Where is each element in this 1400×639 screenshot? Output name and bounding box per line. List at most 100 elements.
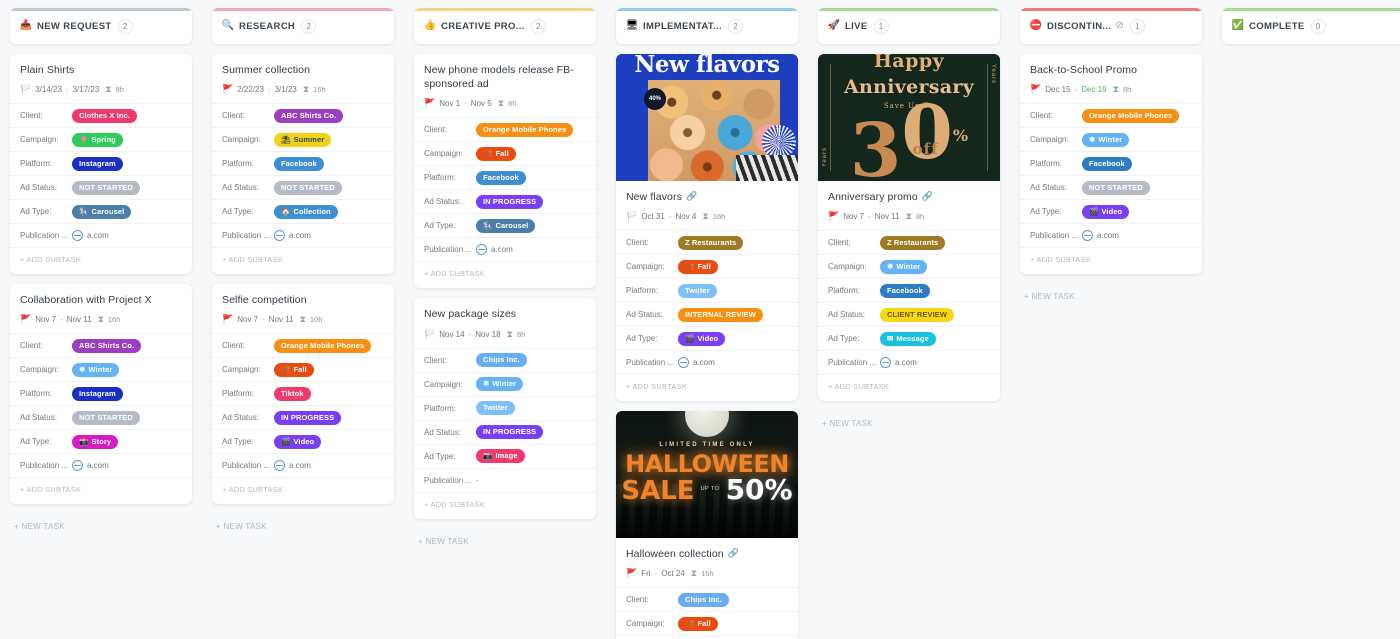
add-subtask-button[interactable]: + ADD SUBTASK [818, 374, 1000, 399]
column-header-new-request[interactable]: 📥 NEW REQUEST 2 [10, 8, 192, 44]
custom-field-tag[interactable]: NOT STARTED [274, 180, 342, 195]
custom-field-tag[interactable]: 📷 Image [476, 449, 525, 464]
task-card[interactable]: New package sizes 🏳️ Nov 14- Nov 18 ⧗ 8h Clien… [414, 298, 596, 519]
tag-value: Fall [293, 365, 307, 375]
task-card[interactable]: Years Years Happy Anniversary Save Up To 3 0% o… [818, 54, 1000, 402]
custom-field-tag[interactable]: Facebook [274, 156, 324, 171]
custom-field-tag[interactable]: 📸 Story [72, 434, 119, 449]
custom-field-tag[interactable]: 🍂 Fall [476, 146, 516, 161]
custom-field-tag[interactable]: Clothes X Inc. [72, 108, 137, 123]
publication-value-wrap[interactable]: - [476, 476, 479, 485]
publication-value-wrap[interactable]: a.com [476, 244, 513, 256]
custom-field-tag[interactable]: ⛱ Summer [274, 132, 332, 147]
custom-field-tag[interactable]: IN PROGRESS [476, 194, 544, 209]
custom-field-tag[interactable]: ❄ Winter [476, 377, 524, 392]
custom-field-tag[interactable]: Orange Mobile Phones [274, 338, 372, 353]
add-subtask-button[interactable]: + ADD SUBTASK [414, 491, 596, 517]
column-header-creative-production[interactable]: 👍 CREATIVE PRO... 2 [414, 8, 596, 44]
custom-field-tag[interactable]: NOT STARTED [1082, 180, 1150, 195]
custom-field-tag[interactable]: IN PROGRESS [476, 425, 544, 440]
custom-field-tag[interactable]: Chips Inc. [678, 592, 729, 607]
custom-field-tag[interactable]: 🎬 Video [274, 434, 322, 449]
publication-value-wrap[interactable]: a.com [678, 357, 715, 369]
custom-field-tag[interactable]: CLIENT REVIEW [880, 307, 955, 322]
custom-field-tag[interactable]: Z Restaurants [678, 235, 744, 250]
custom-field-tag[interactable]: 🎬 Video [1082, 204, 1130, 219]
custom-field-tag[interactable]: Z Restaurants [880, 235, 946, 250]
add-subtask-button[interactable]: + ADD SUBTASK [212, 247, 394, 272]
task-card[interactable]: LIMITED TIME ONLY HALLOWEEN SALE UP TO 50% Ha… [616, 411, 798, 639]
custom-field-tag[interactable]: ❄ Winter [880, 259, 928, 274]
add-subtask-button[interactable]: + ADD SUBTASK [10, 477, 192, 502]
custom-field-tag[interactable]: Facebook [1082, 156, 1132, 171]
publication-value-wrap[interactable]: a.com [274, 230, 311, 242]
new-task-button[interactable]: + NEW TASK [212, 514, 394, 531]
add-subtask-button[interactable]: + ADD SUBTASK [10, 247, 192, 272]
task-card[interactable]: Summer collection 🚩 2/22/23-3/1/23 ⧗ 16h Clie… [212, 54, 394, 275]
column-header-discontinued[interactable]: ⛔ DISCONTIN... ⊘ 1 [1020, 8, 1202, 44]
time-estimate-value: 16h [701, 569, 714, 579]
custom-field-tag[interactable]: IN PROGRESS [274, 410, 342, 425]
publication-value-wrap[interactable]: a.com [72, 230, 109, 242]
new-task-button[interactable]: + NEW TASK [10, 514, 192, 531]
add-subtask-button[interactable]: + ADD SUBTASK [616, 374, 798, 399]
new-task-button[interactable]: + NEW TASK [414, 529, 596, 546]
custom-field-tag[interactable]: ABC Shirts Co. [72, 338, 142, 353]
add-subtask-button[interactable]: + ADD SUBTASK [414, 261, 596, 286]
card-title-row: Summer collection [222, 63, 384, 77]
column-header-implementation[interactable]: 🖥 IMPLEMENTAT... 2 [616, 8, 798, 44]
publication-value-wrap[interactable]: a.com [880, 357, 917, 369]
new-task-button[interactable]: + NEW TASK [1020, 284, 1202, 301]
custom-field-tag[interactable]: Facebook [476, 170, 526, 185]
custom-field-label: Ad Status: [222, 183, 259, 193]
custom-field-tag[interactable]: Facebook [880, 283, 930, 298]
publication-value-wrap[interactable]: a.com [274, 460, 311, 472]
custom-field-tag[interactable]: 🍂 Fall [678, 259, 718, 274]
task-card[interactable]: Selfie competition 🚩 Nov 7- Nov 11 ⧗ 10h Clien… [212, 284, 394, 505]
custom-field-tag[interactable]: 🎠 Carousel [476, 218, 536, 233]
custom-field-tag[interactable]: Chips Inc. [476, 353, 527, 368]
task-card[interactable]: Collaboration with Project X 🚩 Nov 7- Nov 1… [10, 284, 192, 505]
publication-value-wrap[interactable]: a.com [1082, 230, 1119, 242]
custom-field-tag[interactable]: Orange Mobile Phones [476, 122, 574, 137]
column-header-research[interactable]: 🔍 RESEARCH 2 [212, 8, 394, 44]
custom-field-tag[interactable]: Twitter [678, 283, 717, 298]
custom-field-tag[interactable]: Tiktok [274, 386, 311, 401]
custom-field-tag[interactable]: Instagram [72, 386, 123, 401]
column-research: 🔍 RESEARCH 2 Summer collection 🚩 2/22/23-3/1/… [202, 0, 404, 639]
custom-field-tag[interactable]: 🎠 Carousel [72, 204, 132, 219]
column-header-complete[interactable]: ✅ COMPLETE 0 [1222, 8, 1400, 44]
add-subtask-button[interactable]: + ADD SUBTASK [1020, 247, 1202, 272]
custom-field-tag[interactable]: NOT STARTED [72, 410, 140, 425]
column-status-icon: ✅ [1231, 20, 1245, 31]
custom-field-row: Ad Type: 📷 Image [414, 443, 596, 468]
task-card[interactable]: Back-to-School Promo 🚩 Dec 15- Dec 19 ⧗ 8h Cli… [1020, 54, 1202, 275]
custom-field-tag[interactable]: 🎬 Video [678, 331, 726, 346]
custom-field-tag[interactable]: ABC Shirts Co. [274, 108, 344, 123]
custom-field-tag[interactable]: INTERNAL REVIEW [678, 307, 763, 322]
custom-field-tag[interactable]: Twitter [476, 401, 515, 416]
task-card[interactable]: New flavors 40% New flavors 🔗 🏳️ Oct 31- Nov 4… [616, 54, 798, 402]
task-card[interactable]: New phone models release FB-sponsored ad… [414, 54, 596, 289]
cover-percent-symbol: % [952, 126, 969, 145]
custom-field-tag[interactable]: 🏠 Collection [274, 204, 338, 219]
column-task-count: 2 [727, 18, 743, 34]
custom-field-tag[interactable]: 🌷 Spring [72, 132, 123, 147]
publication-value-wrap[interactable]: a.com [72, 460, 109, 472]
column-header-live[interactable]: 🚀 LIVE 1 [818, 8, 1000, 44]
custom-field-label: Ad Type: [424, 221, 456, 231]
task-card[interactable]: Plain Shirts 🏳️ 3/14/23-3/17/23 ⧗ 8h Client: C… [10, 54, 192, 275]
publication-row: Publication ... a.com [212, 453, 394, 477]
custom-field-tag[interactable]: 🍂 Fall [274, 362, 314, 377]
new-task-button[interactable]: + NEW TASK [818, 411, 1000, 428]
custom-field-tag[interactable]: ❄ Winter [72, 362, 120, 377]
custom-field-tag[interactable]: ✉ Message [880, 331, 936, 346]
custom-field-tag[interactable]: NOT STARTED [72, 180, 140, 195]
custom-field-tag[interactable]: 🍂 Fall [678, 616, 718, 631]
custom-field-tag[interactable]: Instagram [72, 156, 123, 171]
add-subtask-button[interactable]: + ADD SUBTASK [212, 477, 394, 502]
custom-field-tag[interactable]: ❄ Winter [1082, 132, 1130, 147]
date-separator: - [65, 85, 69, 95]
tag-value: Fall [697, 619, 711, 629]
custom-field-tag[interactable]: Orange Mobile Phones [1082, 108, 1180, 123]
